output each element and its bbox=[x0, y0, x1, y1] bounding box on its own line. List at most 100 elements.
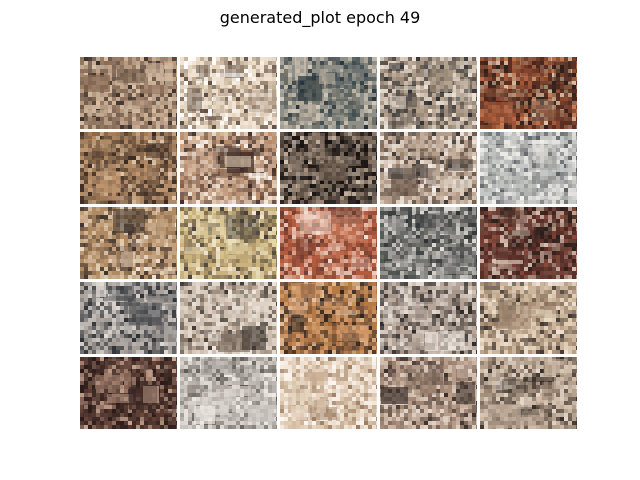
image-pixel bbox=[516, 160, 520, 164]
image-blotch bbox=[403, 166, 416, 179]
image-pixel bbox=[560, 160, 564, 164]
image-pixel bbox=[480, 160, 484, 164]
image-pixel bbox=[544, 176, 548, 180]
image-pixel bbox=[352, 188, 356, 192]
image-pixel bbox=[164, 105, 168, 109]
image-pixel bbox=[124, 180, 128, 184]
image-pixel bbox=[80, 97, 84, 101]
image-pixel bbox=[172, 97, 176, 101]
image-pixel bbox=[240, 132, 244, 136]
image-pixel bbox=[168, 243, 172, 247]
image-pixel bbox=[368, 148, 372, 152]
image-pixel bbox=[376, 164, 377, 168]
image-pixel bbox=[356, 168, 360, 172]
image-pixel bbox=[280, 156, 284, 160]
image-pixel bbox=[448, 136, 452, 140]
image-pixel bbox=[88, 117, 92, 121]
image-pixel bbox=[428, 105, 432, 109]
image-pixel bbox=[212, 69, 216, 73]
image-pixel bbox=[176, 215, 177, 219]
image-pixel bbox=[180, 97, 184, 101]
image-pixel bbox=[480, 61, 484, 65]
image-pixel bbox=[124, 57, 128, 61]
image-pixel bbox=[172, 259, 176, 263]
image-pixel bbox=[156, 259, 160, 263]
image-pixel bbox=[372, 136, 376, 140]
image-pixel bbox=[84, 200, 88, 204]
image-pixel bbox=[204, 61, 208, 65]
image-pixel bbox=[456, 188, 460, 192]
image-pixel bbox=[244, 117, 248, 121]
image-pixel bbox=[268, 152, 272, 156]
image-pixel bbox=[212, 77, 216, 81]
image-pixel bbox=[100, 235, 104, 239]
image-pixel bbox=[324, 188, 328, 192]
image-pixel bbox=[492, 69, 496, 73]
image-pixel bbox=[152, 196, 156, 200]
image-pixel bbox=[128, 164, 132, 168]
image-pixel bbox=[572, 172, 576, 176]
image-pixel bbox=[372, 148, 376, 152]
image-pixel bbox=[256, 196, 260, 200]
image-pixel bbox=[364, 156, 368, 160]
image-pixel bbox=[472, 61, 476, 65]
image-pixel bbox=[424, 192, 428, 196]
image-pixel bbox=[244, 125, 248, 129]
image-pixel bbox=[192, 69, 196, 73]
image-pixel bbox=[252, 188, 256, 192]
image-pixel bbox=[140, 121, 144, 125]
image-pixel bbox=[424, 57, 428, 61]
image-pixel bbox=[460, 65, 464, 69]
image-pixel bbox=[268, 200, 272, 204]
image-pixel bbox=[344, 125, 348, 129]
image-pixel bbox=[392, 152, 396, 156]
image-pixel bbox=[336, 121, 340, 125]
image-pixel bbox=[348, 85, 352, 89]
image-pixel bbox=[124, 196, 128, 200]
image-pixel bbox=[96, 231, 100, 235]
image-blotch bbox=[218, 88, 235, 96]
image-pixel bbox=[208, 140, 212, 144]
image-pixel bbox=[468, 121, 472, 125]
image-pixel bbox=[564, 97, 568, 101]
image-pixel bbox=[80, 69, 84, 73]
image-pixel bbox=[572, 144, 576, 148]
image-pixel bbox=[276, 148, 277, 152]
generated-image-tile-r2c1 bbox=[80, 132, 177, 204]
image-pixel bbox=[396, 77, 400, 81]
image-pixel bbox=[200, 192, 204, 196]
image-pixel bbox=[276, 168, 277, 172]
image-pixel bbox=[528, 192, 532, 196]
image-pixel bbox=[272, 77, 276, 81]
image-pixel bbox=[476, 192, 477, 196]
image-pixel bbox=[80, 109, 84, 113]
image-pixel bbox=[116, 89, 120, 93]
image-pixel bbox=[112, 101, 116, 105]
image-pixel bbox=[260, 81, 264, 85]
image-pixel bbox=[176, 160, 177, 164]
image-pixel bbox=[80, 247, 84, 251]
image-pixel bbox=[332, 196, 336, 200]
image-pixel bbox=[484, 176, 488, 180]
image-pixel bbox=[336, 152, 340, 156]
image-pixel bbox=[252, 192, 256, 196]
image-pixel bbox=[524, 144, 528, 148]
image-pixel bbox=[448, 121, 452, 125]
image-pixel bbox=[500, 65, 504, 69]
image-pixel bbox=[180, 148, 184, 152]
image-pixel bbox=[236, 200, 240, 204]
image-pixel bbox=[424, 109, 428, 113]
image-pixel bbox=[328, 57, 332, 61]
image-pixel bbox=[224, 121, 228, 125]
image-pixel bbox=[148, 113, 152, 117]
image-pixel bbox=[408, 61, 412, 65]
image-pixel bbox=[420, 132, 424, 136]
image-pixel bbox=[124, 200, 128, 204]
image-pixel bbox=[236, 93, 240, 97]
image-pixel bbox=[248, 196, 252, 200]
image-pixel bbox=[140, 113, 144, 117]
image-blotch bbox=[196, 79, 202, 83]
image-pixel bbox=[292, 113, 296, 117]
image-pixel bbox=[384, 113, 388, 117]
image-pixel bbox=[528, 81, 532, 85]
